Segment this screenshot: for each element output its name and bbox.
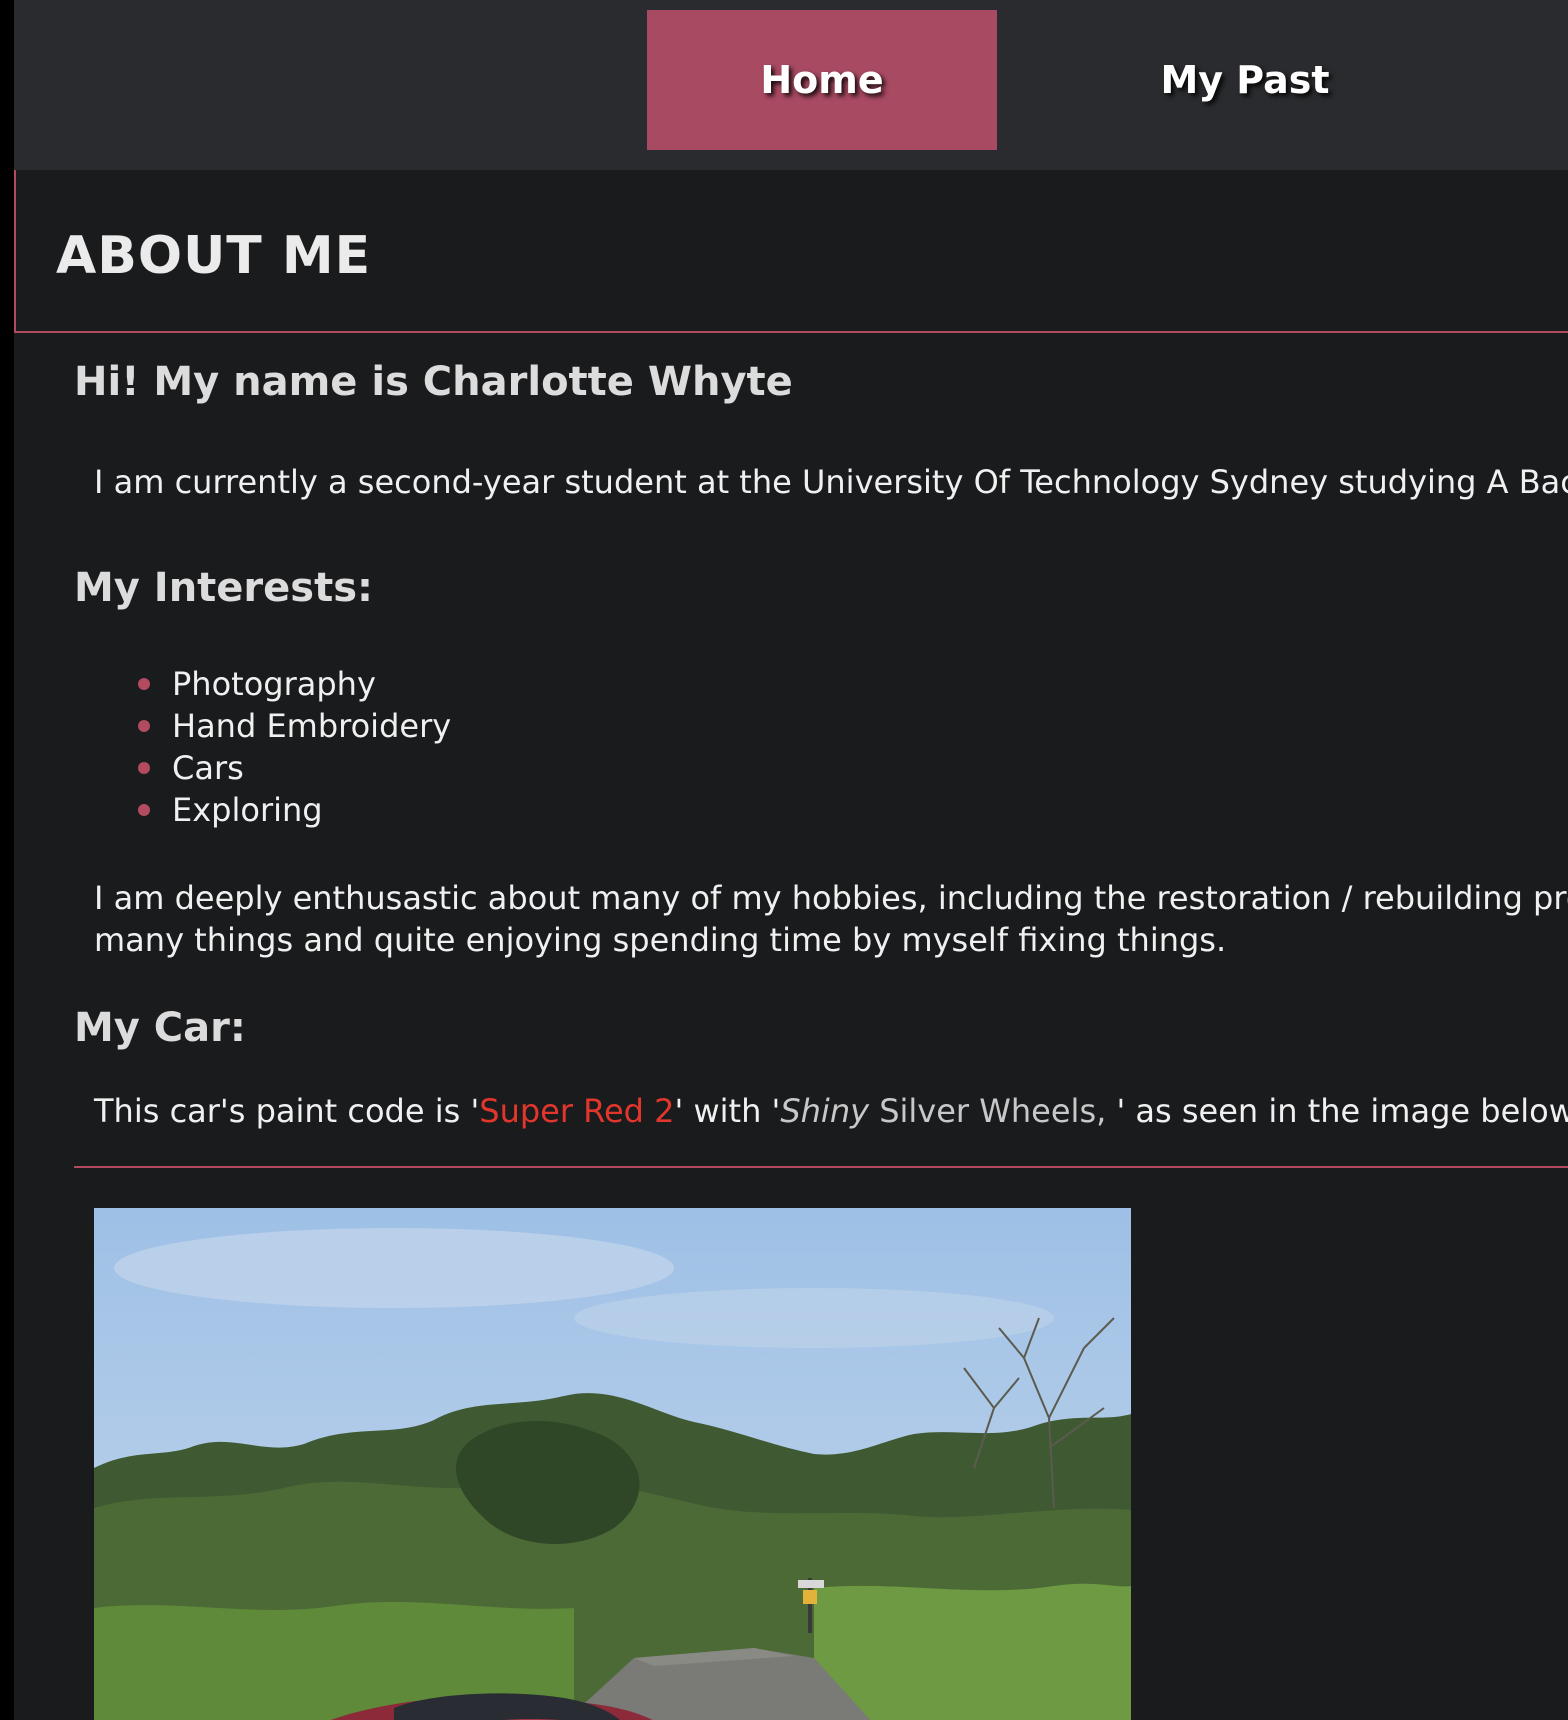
wheels-rest-text: Silver Wheels, [869,1092,1117,1130]
wheels-italic-text: Shiny [780,1092,870,1130]
interest-label: Cars [172,749,244,787]
interest-label: Photography [172,665,376,703]
interests-heading: My Interests: [74,565,374,611]
car-paragraph: This car's paint code is 'Super Red 2' w… [94,1090,1568,1132]
interest-label: Exploring [172,791,323,829]
car-text-after: ' as seen in the image below. [1116,1092,1568,1130]
top-navbar: Home My Past [14,0,1568,170]
hobbies-line-1: I am deeply enthusastic about many of my… [94,879,1568,917]
bullet-icon [138,678,150,690]
bullet-icon [138,720,150,732]
intro-heading: Hi! My name is Charlotte Whyte [74,359,793,405]
about-header: ABOUT ME [14,170,1568,333]
nav-my-past-link[interactable]: My Past [1040,10,1450,150]
car-heading: My Car: [74,1005,246,1051]
section-divider [74,1166,1568,1168]
bullet-icon [138,804,150,816]
bullet-icon [138,762,150,774]
list-item: Cars [138,747,451,789]
list-item: Hand Embroidery [138,705,451,747]
wheels-text: Shiny Silver Wheels, [780,1092,1116,1130]
page: Home My Past ABOUT ME Hi! My name is Cha… [14,0,1568,1720]
car-text-middle: ' with ' [674,1092,781,1130]
hobbies-line-2: many things and quite enjoying spending … [94,921,1227,959]
interests-list: Photography Hand Embroidery Cars Explori… [138,663,451,831]
car-photo-image [94,1208,1131,1720]
car-text-before: This car's paint code is ' [94,1092,480,1130]
car-photo [94,1208,1131,1720]
interest-label: Hand Embroidery [172,707,452,745]
paint-code-text: Super Red 2 [479,1092,675,1130]
hobbies-paragraph: I am deeply enthusastic about many of my… [94,877,1568,961]
list-item: Exploring [138,789,451,831]
nav-home-link[interactable]: Home [647,10,997,150]
page-title: ABOUT ME [56,226,372,286]
list-item: Photography [138,663,451,705]
intro-paragraph: I am currently a second-year student at … [94,463,1568,501]
